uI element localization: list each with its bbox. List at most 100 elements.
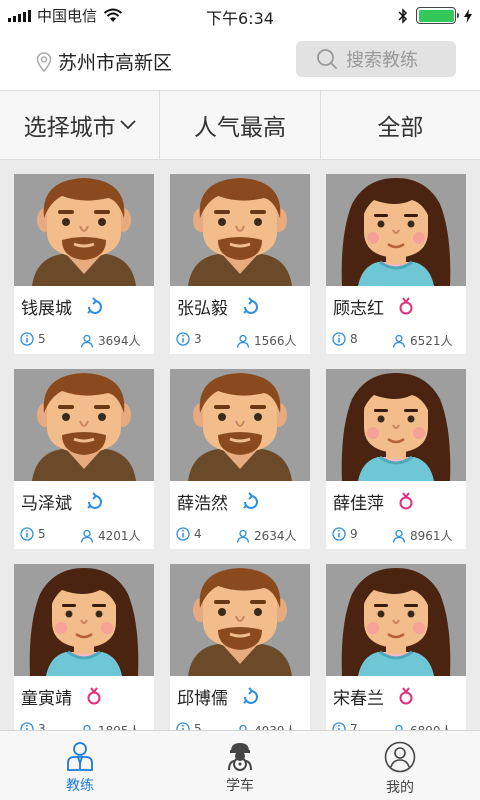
coach-avatar — [170, 564, 310, 676]
filter-popularity[interactable]: 人气最高 — [160, 91, 321, 159]
coach-card[interactable]: 宋春兰 7 6890人 — [326, 564, 466, 730]
coach-students: 8961人 — [392, 527, 453, 544]
coach-students-value: 4039人 — [254, 722, 297, 730]
info-icon — [332, 722, 346, 730]
coach-card[interactable]: 童寅靖 3 1895人 — [14, 564, 154, 730]
tab-coach[interactable]: 教练 — [0, 731, 160, 800]
info-icon — [176, 722, 190, 730]
location-selector[interactable]: 苏州市高新区 — [36, 48, 172, 75]
coach-students-value: 2634人 — [254, 529, 297, 543]
coach-avatar-male — [170, 174, 310, 286]
male-gender-icon — [243, 297, 258, 314]
coach-stats: 3 1566人 — [170, 326, 310, 352]
filter-bar: 选择城市 人气最高 全部 — [0, 90, 480, 160]
coach-grid: 钱展城 5 3694人 张弘毅 3 1566人 顾志红 8 6521人 马泽斌 5 4201人 薛浩然 4… — [14, 174, 466, 730]
coach-rating-value: 5 — [194, 722, 202, 730]
tab-learn-label: 学车 — [226, 778, 254, 794]
coach-rating: 8 — [332, 332, 358, 346]
filter-all[interactable]: 全部 — [321, 91, 480, 159]
battery-level — [418, 9, 454, 22]
coach-avatar-male — [14, 174, 154, 286]
students-icon — [236, 529, 250, 543]
filter-city-label: 选择城市 — [23, 115, 116, 141]
coach-students: 4039人 — [236, 722, 297, 730]
info-icon — [332, 332, 346, 346]
coach-card[interactable]: 张弘毅 3 1566人 — [170, 174, 310, 354]
coach-name: 马泽斌 — [21, 493, 72, 514]
coach-students: 6521人 — [392, 332, 453, 349]
coach-students: 1895人 — [80, 722, 141, 730]
coach-avatar-female — [326, 369, 466, 481]
coach-gender — [398, 687, 414, 705]
coach-name-row: 马泽斌 — [14, 481, 154, 521]
location-label: 苏州市高新区 — [58, 52, 173, 74]
info-icon — [176, 332, 190, 346]
coach-gender — [86, 297, 104, 315]
coach-avatar — [14, 369, 154, 481]
filter-city[interactable]: 选择城市 — [0, 91, 161, 159]
coach-icon — [67, 742, 93, 771]
info-icon — [176, 527, 190, 541]
coach-gender — [398, 492, 414, 510]
coach-rating: 9 — [332, 527, 358, 541]
coach-card[interactable]: 顾志红 8 6521人 — [326, 174, 466, 354]
coach-rating: 3 — [20, 722, 46, 730]
coach-avatar-male — [170, 564, 310, 676]
coach-card[interactable]: 薛浩然 4 2634人 — [170, 369, 310, 549]
coach-avatar-female — [326, 564, 466, 676]
info-icon — [20, 722, 34, 730]
coach-card[interactable]: 钱展城 5 3694人 — [14, 174, 154, 354]
status-right — [398, 7, 472, 24]
coach-avatar-female — [14, 564, 154, 676]
coach-avatar — [14, 174, 154, 286]
coach-stats: 5 4201人 — [14, 521, 154, 547]
coach-stats: 9 8961人 — [326, 521, 466, 547]
info-icon — [20, 527, 34, 541]
coach-students-value: 8961人 — [410, 529, 453, 543]
coach-students-value: 1566人 — [254, 334, 297, 348]
coach-rating: 4 — [176, 527, 202, 541]
coach-avatar — [326, 564, 466, 676]
coach-students: 4201人 — [80, 527, 141, 544]
info-icon — [332, 527, 346, 541]
coach-card[interactable]: 薛佳萍 9 8961人 — [326, 369, 466, 549]
coach-students-value: 6890人 — [410, 722, 453, 730]
coach-rating-value: 3 — [38, 722, 46, 730]
coach-name-row: 顾志红 — [326, 286, 466, 326]
coach-students-value: 6521人 — [410, 334, 453, 348]
coach-rating-value: 3 — [194, 332, 202, 346]
tab-bar: 教练 学车 我的 — [0, 730, 480, 800]
driver-icon — [228, 743, 252, 771]
coach-name-row: 薛佳萍 — [326, 481, 466, 521]
coach-avatar — [14, 564, 154, 676]
coach-rating: 5 — [20, 527, 46, 541]
coach-gender — [242, 492, 260, 510]
coach-name-row: 宋春兰 — [326, 676, 466, 716]
coach-name: 钱展城 — [21, 298, 72, 319]
coach-students: 3694人 — [80, 332, 141, 349]
coach-card[interactable]: 邱博儒 5 4039人 — [170, 564, 310, 730]
coach-avatar — [326, 174, 466, 286]
coach-gender — [86, 492, 104, 510]
bluetooth-icon — [398, 7, 408, 24]
filter-popularity-label: 人气最高 — [193, 115, 286, 141]
coach-rating-value: 7 — [350, 722, 358, 730]
status-bar: 中国电信 下午6:34 — [0, 0, 480, 30]
female-gender-icon — [87, 687, 101, 705]
coach-name: 童寅靖 — [21, 688, 72, 709]
coach-name-row: 童寅靖 — [14, 676, 154, 716]
coach-name: 顾志红 — [333, 298, 384, 319]
coach-rating-value: 5 — [38, 332, 46, 346]
students-icon — [392, 529, 406, 543]
female-gender-icon — [399, 492, 413, 510]
search-placeholder: 搜索教练 — [346, 50, 418, 71]
filter-all-label: 全部 — [377, 115, 424, 141]
coach-students-value: 4201人 — [98, 529, 141, 543]
coach-stats: 3 1895人 — [14, 716, 154, 730]
students-icon — [80, 529, 94, 543]
coach-card[interactable]: 马泽斌 5 4201人 — [14, 369, 154, 549]
coach-name-row: 邱博儒 — [170, 676, 310, 716]
tab-learn-driving[interactable]: 学车 — [160, 731, 320, 800]
search-input[interactable]: 搜索教练 — [296, 41, 456, 77]
tab-mine[interactable]: 我的 — [320, 731, 480, 800]
